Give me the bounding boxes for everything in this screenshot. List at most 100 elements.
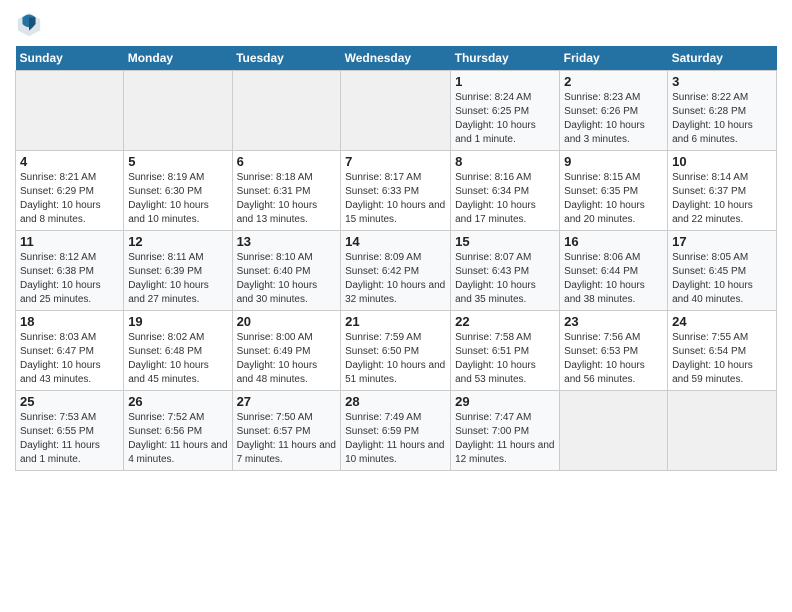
day-info: Sunrise: 8:10 AM Sunset: 6:40 PM Dayligh…	[237, 251, 337, 307]
calendar-week-row: 11Sunrise: 8:12 AM Sunset: 6:38 PM Dayli…	[16, 231, 777, 311]
day-number: 4	[20, 154, 119, 169]
calendar-cell: 12Sunrise: 8:11 AM Sunset: 6:39 PM Dayli…	[124, 231, 232, 311]
calendar-cell	[560, 391, 668, 471]
calendar-cell: 22 Sunrise: 7:58 AM Sunset: 6:51 PM Dayli…	[451, 311, 560, 391]
day-info: Sunrise: 7:56 AM Sunset: 6:53 PM Dayligh…	[564, 331, 663, 387]
calendar-cell: 3 Sunrise: 8:22 AM Sunset: 6:28 PM Daylig…	[668, 71, 777, 151]
calendar-cell: 4 Sunrise: 8:21 AM Sunset: 6:29 PM Daylig…	[16, 151, 124, 231]
day-info: Sunrise: 8:05 AM Sunset: 6:45 PM Dayligh…	[672, 251, 772, 307]
day-number: 10	[672, 154, 772, 169]
calendar-cell: 1 Sunrise: 8:24 AM Sunset: 6:25 PM Daylig…	[451, 71, 560, 151]
day-info: Sunrise: 8:22 AM Sunset: 6:28 PM Dayligh…	[672, 91, 772, 147]
day-number: 29	[455, 394, 555, 409]
day-info: Sunrise: 8:18 AM Sunset: 6:31 PM Dayligh…	[237, 171, 337, 227]
calendar-cell	[16, 71, 124, 151]
day-info: Sunrise: 8:00 AM Sunset: 6:49 PM Dayligh…	[237, 331, 337, 387]
day-number: 22	[455, 314, 555, 329]
calendar-cell: 23 Sunrise: 7:56 AM Sunset: 6:53 PM Dayli…	[560, 311, 668, 391]
day-info: Sunrise: 8:07 AM Sunset: 6:43 PM Dayligh…	[455, 251, 555, 307]
weekday-header-cell: Sunday	[16, 46, 124, 71]
day-number: 6	[237, 154, 337, 169]
calendar-week-row: 18Sunrise: 8:03 AM Sunset: 6:47 PM Dayli…	[16, 311, 777, 391]
day-number: 24	[672, 314, 772, 329]
day-info: Sunrise: 8:14 AM Sunset: 6:37 PM Dayligh…	[672, 171, 772, 227]
calendar-cell	[341, 71, 451, 151]
weekday-header-cell: Saturday	[668, 46, 777, 71]
day-number: 2	[564, 74, 663, 89]
day-info: Sunrise: 8:12 AM Sunset: 6:38 PM Dayligh…	[20, 251, 119, 307]
calendar-body: 1 Sunrise: 8:24 AM Sunset: 6:25 PM Daylig…	[16, 71, 777, 471]
calendar-cell: 27Sunrise: 7:50 AM Sunset: 6:57 PM Dayli…	[232, 391, 341, 471]
calendar-cell: 17 Sunrise: 8:05 AM Sunset: 6:45 PM Dayli…	[668, 231, 777, 311]
weekday-header-cell: Wednesday	[341, 46, 451, 71]
calendar-cell: 21 Sunrise: 7:59 AM Sunset: 6:50 PM Dayli…	[341, 311, 451, 391]
day-number: 3	[672, 74, 772, 89]
calendar-cell: 20 Sunrise: 8:00 AM Sunset: 6:49 PM Dayli…	[232, 311, 341, 391]
day-number: 12	[128, 234, 227, 249]
logo-icon	[15, 10, 43, 38]
calendar-cell: 25 Sunrise: 7:53 AM Sunset: 6:55 PM Dayli…	[16, 391, 124, 471]
day-number: 16	[564, 234, 663, 249]
day-number: 1	[455, 74, 555, 89]
logo	[15, 10, 45, 38]
day-info: Sunrise: 7:52 AM Sunset: 6:56 PM Dayligh…	[128, 411, 227, 467]
calendar-cell: 11Sunrise: 8:12 AM Sunset: 6:38 PM Dayli…	[16, 231, 124, 311]
day-number: 19	[128, 314, 227, 329]
day-number: 8	[455, 154, 555, 169]
day-info: Sunrise: 7:55 AM Sunset: 6:54 PM Dayligh…	[672, 331, 772, 387]
calendar-week-row: 25 Sunrise: 7:53 AM Sunset: 6:55 PM Dayli…	[16, 391, 777, 471]
calendar-cell	[668, 391, 777, 471]
day-number: 25	[20, 394, 119, 409]
day-info: Sunrise: 7:50 AM Sunset: 6:57 PM Dayligh…	[237, 411, 337, 467]
calendar-table: SundayMondayTuesdayWednesdayThursdayFrid…	[15, 46, 777, 471]
calendar-cell: 7Sunrise: 8:17 AM Sunset: 6:33 PM Daylig…	[341, 151, 451, 231]
calendar-cell: 19 Sunrise: 8:02 AM Sunset: 6:48 PM Dayli…	[124, 311, 232, 391]
calendar-cell	[124, 71, 232, 151]
weekday-header-cell: Monday	[124, 46, 232, 71]
day-info: Sunrise: 7:59 AM Sunset: 6:50 PM Dayligh…	[345, 331, 446, 387]
day-number: 28	[345, 394, 446, 409]
calendar-week-row: 1 Sunrise: 8:24 AM Sunset: 6:25 PM Daylig…	[16, 71, 777, 151]
day-info: Sunrise: 8:17 AM Sunset: 6:33 PM Dayligh…	[345, 171, 446, 227]
day-info: Sunrise: 7:58 AM Sunset: 6:51 PM Dayligh…	[455, 331, 555, 387]
day-number: 21	[345, 314, 446, 329]
calendar-cell: 14 Sunrise: 8:09 AM Sunset: 6:42 PM Dayli…	[341, 231, 451, 311]
calendar-cell: 5Sunrise: 8:19 AM Sunset: 6:30 PM Daylig…	[124, 151, 232, 231]
header	[15, 10, 777, 38]
calendar-cell: 9 Sunrise: 8:15 AM Sunset: 6:35 PM Daylig…	[560, 151, 668, 231]
day-info: Sunrise: 8:24 AM Sunset: 6:25 PM Dayligh…	[455, 91, 555, 147]
day-number: 9	[564, 154, 663, 169]
day-info: Sunrise: 7:49 AM Sunset: 6:59 PM Dayligh…	[345, 411, 446, 467]
weekday-header-cell: Tuesday	[232, 46, 341, 71]
calendar-cell: 2 Sunrise: 8:23 AM Sunset: 6:26 PM Daylig…	[560, 71, 668, 151]
day-info: Sunrise: 8:15 AM Sunset: 6:35 PM Dayligh…	[564, 171, 663, 227]
calendar-cell: 29 Sunrise: 7:47 AM Sunset: 7:00 PM Dayli…	[451, 391, 560, 471]
weekday-header-cell: Thursday	[451, 46, 560, 71]
day-number: 23	[564, 314, 663, 329]
day-info: Sunrise: 8:02 AM Sunset: 6:48 PM Dayligh…	[128, 331, 227, 387]
calendar-cell: 6 Sunrise: 8:18 AM Sunset: 6:31 PM Daylig…	[232, 151, 341, 231]
calendar-cell: 13Sunrise: 8:10 AM Sunset: 6:40 PM Dayli…	[232, 231, 341, 311]
day-number: 17	[672, 234, 772, 249]
page-container: SundayMondayTuesdayWednesdayThursdayFrid…	[0, 0, 792, 481]
weekday-header-row: SundayMondayTuesdayWednesdayThursdayFrid…	[16, 46, 777, 71]
calendar-cell: 26 Sunrise: 7:52 AM Sunset: 6:56 PM Dayli…	[124, 391, 232, 471]
calendar-cell: 16 Sunrise: 8:06 AM Sunset: 6:44 PM Dayli…	[560, 231, 668, 311]
day-number: 15	[455, 234, 555, 249]
day-info: Sunrise: 8:21 AM Sunset: 6:29 PM Dayligh…	[20, 171, 119, 227]
calendar-cell: 15 Sunrise: 8:07 AM Sunset: 6:43 PM Dayli…	[451, 231, 560, 311]
day-info: Sunrise: 7:53 AM Sunset: 6:55 PM Dayligh…	[20, 411, 119, 467]
day-info: Sunrise: 8:06 AM Sunset: 6:44 PM Dayligh…	[564, 251, 663, 307]
calendar-cell: 10 Sunrise: 8:14 AM Sunset: 6:37 PM Dayli…	[668, 151, 777, 231]
weekday-header-cell: Friday	[560, 46, 668, 71]
day-info: Sunrise: 8:09 AM Sunset: 6:42 PM Dayligh…	[345, 251, 446, 307]
day-info: Sunrise: 7:47 AM Sunset: 7:00 PM Dayligh…	[455, 411, 555, 467]
calendar-week-row: 4 Sunrise: 8:21 AM Sunset: 6:29 PM Daylig…	[16, 151, 777, 231]
day-number: 26	[128, 394, 227, 409]
day-number: 18	[20, 314, 119, 329]
calendar-cell: 24 Sunrise: 7:55 AM Sunset: 6:54 PM Dayli…	[668, 311, 777, 391]
calendar-cell	[232, 71, 341, 151]
day-number: 20	[237, 314, 337, 329]
day-info: Sunrise: 8:23 AM Sunset: 6:26 PM Dayligh…	[564, 91, 663, 147]
day-number: 14	[345, 234, 446, 249]
